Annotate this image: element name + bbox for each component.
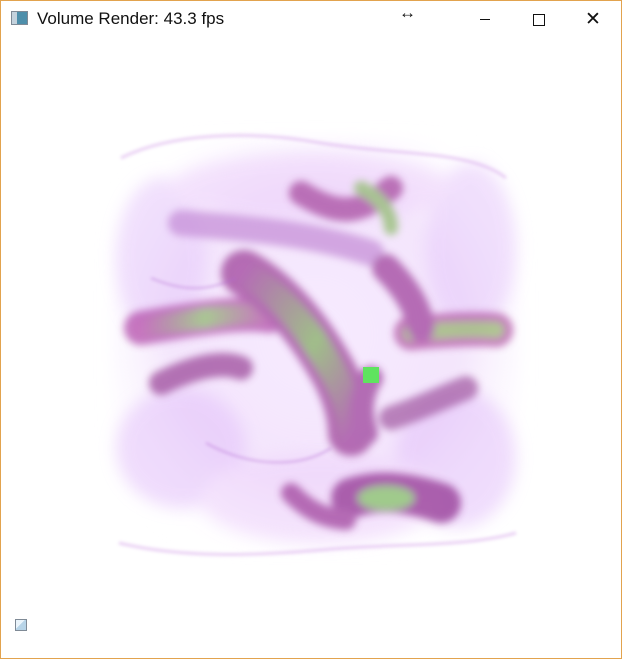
maximize-button[interactable]: [516, 1, 562, 38]
minimize-icon: [480, 19, 490, 20]
minimize-button[interactable]: [462, 1, 508, 38]
volume-render-viewport[interactable]: [1, 38, 621, 658]
application-icon: [11, 11, 28, 25]
resize-cursor-icon: ↔: [399, 3, 416, 22]
corner-widget-icon[interactable]: [15, 619, 27, 631]
title-bar[interactable]: Volume Render: 43.3 fps ↔ ✕: [1, 1, 621, 38]
maximize-icon: [533, 13, 545, 26]
volume-render-window: Volume Render: 43.3 fps ↔ ✕: [0, 0, 622, 659]
window-title: Volume Render: 43.3 fps: [37, 9, 225, 28]
close-button[interactable]: ✕: [570, 1, 616, 38]
close-icon: ✕: [585, 9, 601, 30]
selection-marker[interactable]: [363, 367, 379, 383]
volume-render-image: [111, 133, 521, 556]
